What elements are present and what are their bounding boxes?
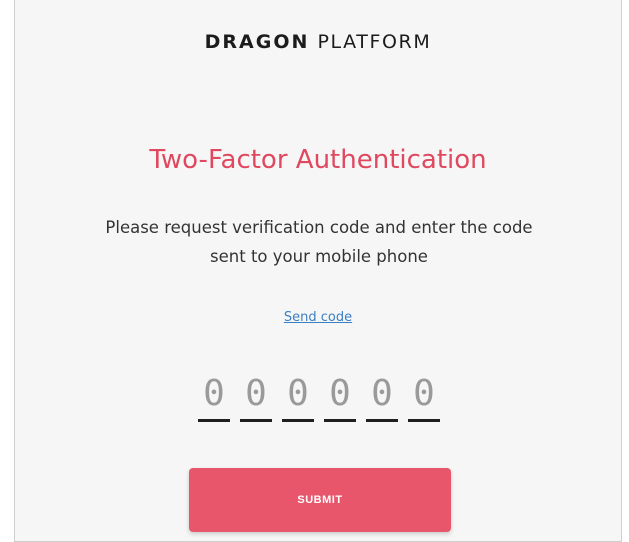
code-digit-underline — [366, 419, 398, 422]
code-digit-input-3[interactable] — [280, 370, 316, 416]
code-digit-input-6[interactable] — [406, 370, 442, 416]
brand-logo: DRAGON PLATFORM — [15, 31, 621, 53]
brand-name-light: PLATFORM — [317, 31, 432, 53]
code-digit-underline — [198, 419, 230, 422]
instructions-line-2: sent to your mobile phone — [210, 247, 428, 266]
instructions-line-1: Please request verification code and ent… — [105, 218, 533, 237]
submit-button[interactable]: SUBMIT — [189, 468, 451, 532]
instructions-text: Please request verification code and ent… — [33, 213, 605, 271]
code-digit-6 — [406, 370, 442, 426]
code-digit-3 — [280, 370, 316, 426]
code-digit-underline — [324, 419, 356, 422]
code-digit-input-4[interactable] — [322, 370, 358, 416]
code-digit-input-1[interactable] — [196, 370, 232, 416]
brand-name-strong: DRAGON — [204, 31, 310, 53]
page-title: Two-Factor Authentication — [149, 145, 487, 175]
code-digit-underline — [408, 419, 440, 422]
send-code-link[interactable]: Send code — [15, 310, 621, 325]
code-digit-underline — [240, 419, 272, 422]
code-digit-input-2[interactable] — [238, 370, 274, 416]
code-digit-input-5[interactable] — [364, 370, 400, 416]
code-digit-5 — [364, 370, 400, 426]
verification-code-inputs — [196, 370, 448, 426]
code-digit-2 — [238, 370, 274, 426]
code-digit-4 — [322, 370, 358, 426]
two-factor-card: DRAGON PLATFORM Two-Factor Authenticatio… — [14, 0, 622, 542]
code-digit-underline — [282, 419, 314, 422]
code-digit-1 — [196, 370, 232, 426]
